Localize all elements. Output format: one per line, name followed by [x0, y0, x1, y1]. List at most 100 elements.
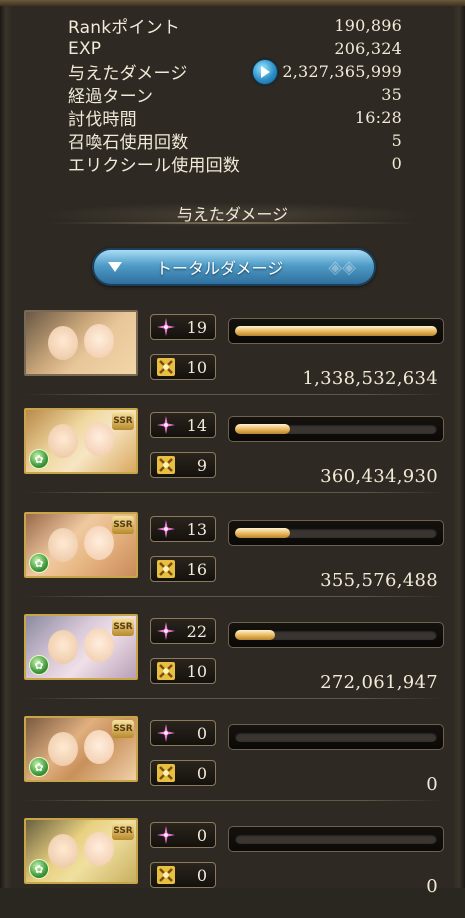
portrait-face	[84, 526, 114, 560]
stat-value: 5	[391, 131, 402, 150]
wind-element-icon: ✿	[29, 859, 49, 879]
stat-row-exp: EXP 206,324	[68, 37, 402, 60]
stat-row-turns: 経過ターン 35	[68, 83, 402, 107]
stat-value: 190,896	[334, 16, 402, 35]
skill-count-box: 14	[150, 412, 216, 438]
portrait-face	[48, 528, 78, 562]
skill-count-box: 0	[150, 720, 216, 746]
damage-value: 0	[426, 876, 438, 897]
skill-count: 0	[196, 825, 207, 845]
ougi-count: 9	[196, 455, 207, 475]
skill-sparkle-icon	[154, 517, 178, 541]
stat-row-damage: 与えたダメージ 2,327,365,999	[68, 58, 402, 85]
wind-element-icon: ✿	[29, 757, 49, 777]
character-portrait[interactable]: SSR ✿	[24, 408, 138, 474]
portrait-art	[26, 312, 136, 374]
character-entry: SSR ✿ 0 0 0	[24, 818, 444, 918]
damage-bar-fill	[235, 528, 290, 538]
ougi-count-box: 0	[150, 760, 216, 786]
stat-label: 経過ターン	[68, 87, 154, 107]
dropdown-label: トータルダメージ	[156, 259, 284, 278]
damage-bar	[228, 520, 444, 546]
stat-label: 召喚石使用回数	[68, 133, 189, 153]
portrait-face	[84, 832, 114, 866]
skill-sparkle-icon	[154, 619, 178, 643]
ougi-burst-icon	[154, 453, 178, 477]
portrait-face	[84, 628, 114, 662]
wind-element-icon: ✿	[29, 449, 49, 469]
ougi-count: 0	[196, 763, 207, 783]
damage-type-dropdown[interactable]: トータルダメージ ◈◈	[92, 248, 376, 286]
stat-label: 与えたダメージ	[68, 64, 188, 84]
ougi-count-box: 0	[150, 862, 216, 888]
damage-bar	[228, 416, 444, 442]
ougi-count: 10	[186, 661, 207, 681]
damage-bar-fill	[235, 424, 290, 434]
skill-count-box: 13	[150, 516, 216, 542]
damage-bar-track	[235, 732, 437, 742]
damage-bar	[228, 826, 444, 852]
character-entry: SSR ✿ 0 0 0	[24, 716, 444, 816]
damage-value: 272,061,947	[320, 672, 438, 693]
entry-divider	[24, 698, 444, 699]
character-entry: SSR ✿ 22 10 272,061,947	[24, 614, 444, 714]
entry-divider	[24, 800, 444, 801]
dropdown-decoration: ◈◈	[328, 256, 356, 278]
portrait-face	[84, 730, 114, 764]
damage-bar-fill	[235, 630, 276, 640]
character-portrait[interactable]: SSR ✿	[24, 512, 138, 578]
damage-bar-track	[235, 528, 437, 538]
stat-label: エリクシール使用回数	[68, 156, 240, 176]
play-icon[interactable]	[252, 58, 279, 85]
ougi-count: 16	[186, 559, 207, 579]
ougi-count-box: 9	[150, 452, 216, 478]
character-portrait[interactable]: SSR ✿	[24, 614, 138, 680]
stat-value: 35	[381, 85, 402, 104]
portrait-face	[84, 422, 114, 456]
portrait-face	[84, 324, 114, 358]
ssr-badge: SSR	[112, 720, 134, 738]
portrait-face	[48, 326, 78, 360]
stat-row-time: 討伐時間 16:28	[68, 106, 402, 130]
ssr-badge: SSR	[112, 618, 134, 636]
skill-count-box: 0	[150, 822, 216, 848]
stat-row-summons: 召喚石使用回数 5	[68, 129, 402, 153]
stat-row-rank-points: Rankポイント 190,896	[68, 14, 402, 38]
ougi-count-box: 16	[150, 556, 216, 582]
skill-sparkle-icon	[154, 823, 178, 847]
ssr-badge: SSR	[112, 516, 134, 534]
ougi-burst-icon	[154, 761, 178, 785]
character-portrait[interactable]: SSR ✿	[24, 716, 138, 782]
stat-value: 16:28	[354, 108, 402, 127]
portrait-face	[48, 834, 78, 868]
section-title: 与えたダメージ	[40, 202, 425, 228]
ougi-burst-icon	[154, 557, 178, 581]
skill-count: 19	[186, 317, 207, 337]
portrait-face	[48, 424, 78, 458]
damage-bar	[228, 724, 444, 750]
battle-stats: Rankポイント 190,896 EXP 206,324 与えたダメージ 2,3…	[68, 14, 402, 176]
damage-value: 1,338,532,634	[302, 368, 438, 389]
stat-label: EXP	[68, 38, 102, 59]
stat-value-wrap: 2,327,365,999	[252, 58, 402, 85]
stat-value: 2,327,365,999	[282, 62, 402, 81]
damage-value: 360,434,930	[320, 466, 438, 487]
skill-count: 0	[196, 723, 207, 743]
damage-bar-track	[235, 834, 437, 844]
triangle-down-icon	[108, 261, 136, 273]
damage-bar-fill	[235, 326, 437, 336]
skill-sparkle-icon	[154, 413, 178, 437]
skill-sparkle-icon	[154, 315, 178, 339]
wind-element-icon: ✿	[29, 553, 49, 573]
stat-label: Rankポイント	[68, 18, 181, 38]
damage-bar-track	[235, 326, 437, 336]
damage-bar-track	[235, 424, 437, 434]
damage-bar	[228, 318, 444, 344]
entry-divider	[24, 492, 444, 493]
character-portrait[interactable]: SSR ✿	[24, 818, 138, 884]
ougi-count-box: 10	[150, 354, 216, 380]
skill-count-box: 19	[150, 314, 216, 340]
ougi-burst-icon	[154, 355, 178, 379]
ougi-count: 0	[196, 865, 207, 885]
character-portrait[interactable]	[24, 310, 138, 376]
